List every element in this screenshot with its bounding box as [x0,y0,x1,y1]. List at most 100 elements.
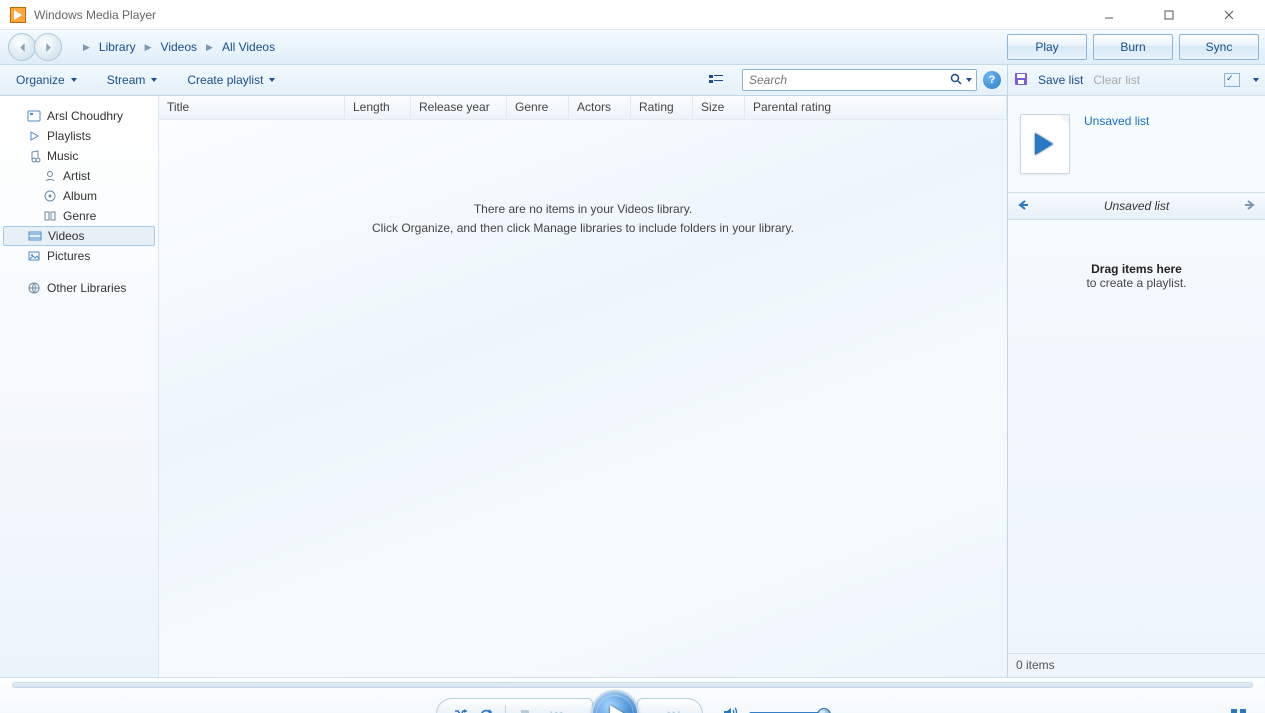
playlist-thumbnail[interactable] [1020,114,1070,174]
titlebar: Windows Media Player [0,0,1265,30]
previous-button[interactable] [538,707,574,713]
sidebar-item-videos[interactable]: Videos [3,226,155,246]
separator [505,705,506,713]
playlist-icon [26,129,41,144]
save-icon [1014,72,1028,89]
back-button[interactable] [8,33,36,61]
breadcrumb-videos[interactable]: Videos [159,38,199,56]
sidebar-item-user[interactable]: Arsl Choudhry [0,106,158,126]
app-icon [10,7,26,23]
play-button[interactable] [591,690,639,713]
breadcrumb-all-videos[interactable]: All Videos [220,38,277,56]
sidebar-item-other-libraries[interactable]: Other Libraries [0,278,158,298]
column-release-year[interactable]: Release year [411,96,507,119]
minimize-button[interactable] [1089,5,1129,25]
sidebar-item-label: Artist [63,169,90,183]
chevron-right-icon: ▶ [142,42,155,53]
next-list-button[interactable] [1243,199,1257,213]
app-title: Windows Media Player [34,8,1089,22]
chevron-down-icon[interactable] [1253,78,1259,82]
column-parental-rating[interactable]: Parental rating [745,96,1007,119]
sidebar-item-playlists[interactable]: Playlists [0,126,158,146]
content-area: Title Length Release year Genre Actors R… [158,96,1007,677]
sidebar-item-label: Music [47,149,78,163]
list-options-button[interactable] [1224,73,1240,87]
close-button[interactable] [1209,5,1249,25]
menu-stream-label: Stream [107,73,146,87]
main-area: Arsl Choudhry Playlists Music Artist Alb… [0,96,1265,677]
forward-button[interactable] [34,33,62,61]
pictures-icon [26,249,41,264]
navigation-bar: ▶ Library ▶ Videos ▶ All Videos Play Bur… [0,30,1265,65]
list-toolbar: Save list Clear list [1007,65,1265,96]
tab-burn[interactable]: Burn [1093,34,1173,60]
tab-sync[interactable]: Sync [1179,34,1259,60]
mute-button[interactable] [723,706,739,713]
sidebar-item-pictures[interactable]: Pictures [0,246,158,266]
repeat-button[interactable] [473,707,499,713]
menu-stream[interactable]: Stream [101,69,164,91]
breadcrumb-library[interactable]: Library [97,38,138,56]
empty-line2: Click Organize, and then click Manage li… [159,219,1007,238]
shuffle-button[interactable] [447,707,473,713]
save-list-button[interactable]: Save list [1038,73,1083,87]
sidebar-item-label: Videos [48,229,84,243]
artist-icon [42,169,57,184]
column-rating[interactable]: Rating [631,96,693,119]
column-title[interactable]: Title [159,96,345,119]
play-icon [1035,133,1053,155]
search-input[interactable] [747,72,950,88]
sidebar-item-label: Pictures [47,249,90,263]
column-length[interactable]: Length [345,96,411,119]
switch-to-now-playing-button[interactable] [1231,709,1249,713]
tab-play[interactable]: Play [1007,34,1087,60]
column-size[interactable]: Size [693,96,745,119]
chevron-right-icon: ▶ [203,42,216,53]
genre-icon [42,209,57,224]
maximize-button[interactable] [1149,5,1189,25]
library-icon [26,109,41,124]
chevron-down-icon[interactable] [966,78,972,82]
music-icon [26,149,41,164]
playlist-title[interactable]: Unsaved list [1084,114,1149,128]
menu-create-playlist-label: Create playlist [187,73,263,87]
view-options-button[interactable] [704,71,732,89]
sidebar-item-music[interactable]: Music [0,146,158,166]
playlist-status: 0 items [1008,653,1265,677]
sidebar-item-artist[interactable]: Artist [0,166,158,186]
prev-list-button[interactable] [1016,199,1030,213]
play-icon [610,705,625,713]
sidebar-item-label: Other Libraries [47,281,126,295]
next-button[interactable] [656,707,692,713]
library-tree: Arsl Choudhry Playlists Music Artist Alb… [0,96,158,677]
column-headers: Title Length Release year Genre Actors R… [159,96,1007,120]
playlist-panel: Unsaved list Unsaved list Drag items her… [1007,96,1265,677]
sidebar-item-album[interactable]: Album [0,186,158,206]
sidebar-item-label: Album [63,189,97,203]
menu-organize[interactable]: Organize [10,69,83,91]
chevron-down-icon [71,78,77,82]
search-icon[interactable] [950,73,962,88]
column-actors[interactable]: Actors [569,96,631,119]
drop-hint-line1: Drag items here [1091,262,1182,276]
playlist-nav: Unsaved list [1008,192,1265,220]
search-box[interactable] [742,69,977,91]
sidebar-item-label: Genre [63,209,96,223]
drop-hint-line2: to create a playlist. [1086,276,1186,290]
chevron-down-icon [151,78,157,82]
playlist-nav-label: Unsaved list [1030,199,1243,213]
stop-button[interactable] [512,707,538,713]
column-genre[interactable]: Genre [507,96,569,119]
menu-organize-label: Organize [16,73,65,87]
playlist-drop-target[interactable]: Drag items here to create a playlist. [1008,220,1265,653]
album-icon [42,189,57,204]
videos-icon [27,229,42,244]
help-button[interactable]: ? [983,71,1001,89]
chevron-down-icon [269,78,275,82]
menu-create-playlist[interactable]: Create playlist [181,69,281,91]
sidebar-item-label: Playlists [47,129,91,143]
breadcrumb: ▶ Library ▶ Videos ▶ All Videos [80,38,1007,56]
empty-library-message: There are no items in your Videos librar… [159,200,1007,238]
sidebar-item-genre[interactable]: Genre [0,206,158,226]
sidebar-item-label: Arsl Choudhry [47,109,123,123]
